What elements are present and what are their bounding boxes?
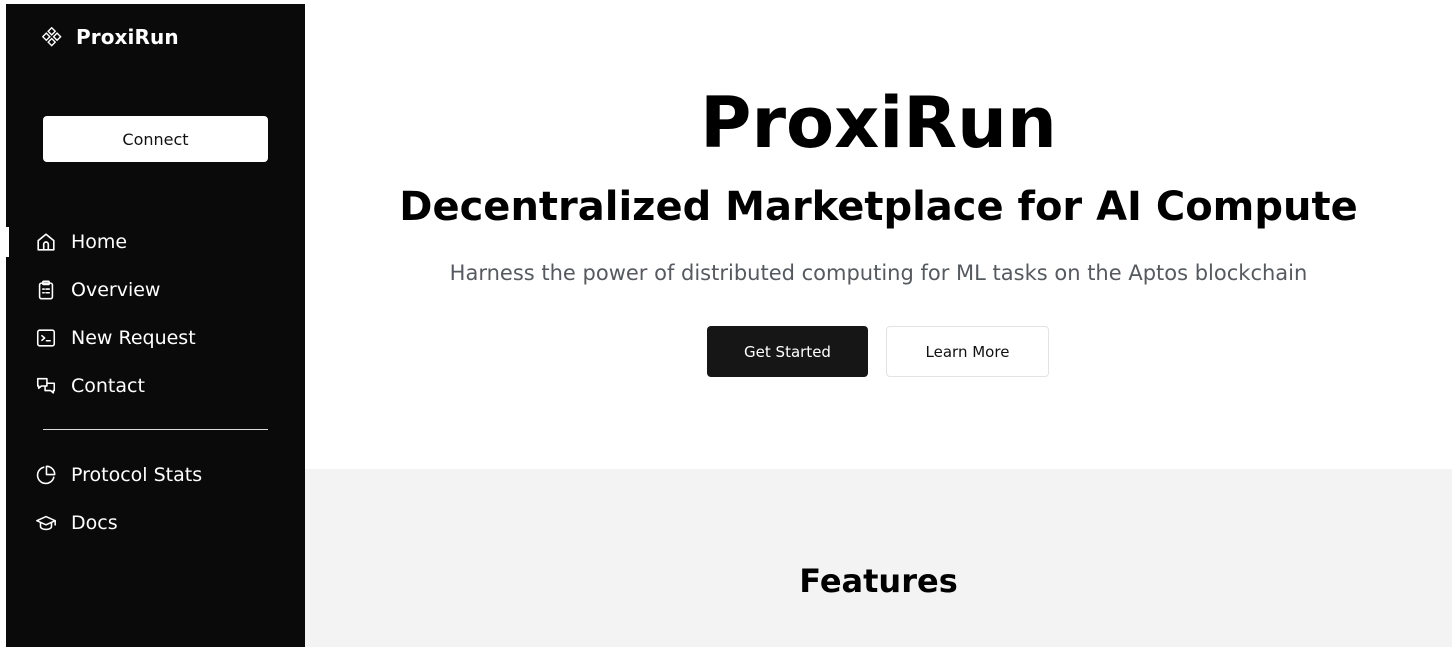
app-page: ProxiRun Connect Home Overview New Reque… <box>0 0 1452 647</box>
terminal-icon <box>36 329 56 347</box>
pie-chart-icon <box>36 465 56 485</box>
diamond-cluster-icon <box>42 27 62 47</box>
features-section: Features <box>305 469 1452 647</box>
sidebar-item-label: Protocol Stats <box>71 464 203 486</box>
sidebar-item-docs[interactable]: Docs <box>35 508 118 538</box>
clipboard-icon <box>38 280 54 300</box>
brand[interactable]: ProxiRun <box>42 25 179 49</box>
sidebar-item-overview[interactable]: Overview <box>35 275 160 305</box>
graduation-cap-icon <box>36 515 56 531</box>
learn-more-button[interactable]: Learn More <box>886 326 1049 377</box>
get-started-button[interactable]: Get Started <box>707 326 868 377</box>
sidebar-item-contact[interactable]: Contact <box>35 371 145 401</box>
sidebar-item-protocol-stats[interactable]: Protocol Stats <box>35 460 202 490</box>
chat-icon <box>36 377 56 394</box>
connect-button[interactable]: Connect <box>43 116 268 162</box>
hero-subtitle: Decentralized Marketplace for AI Compute <box>399 184 1358 230</box>
sidebar: ProxiRun Connect Home Overview New Reque… <box>6 4 305 647</box>
hero-section: ProxiRun Decentralized Marketplace for A… <box>305 0 1452 469</box>
home-icon <box>37 233 55 251</box>
sidebar-item-label: Home <box>71 231 128 253</box>
sidebar-divider <box>43 429 268 430</box>
hero-description: Harness the power of distributed computi… <box>449 261 1308 285</box>
sidebar-item-label: New Request <box>71 327 196 349</box>
sidebar-item-home[interactable]: Home <box>35 227 127 257</box>
features-title: Features <box>799 562 958 600</box>
brand-name: ProxiRun <box>76 25 179 49</box>
active-nav-indicator <box>6 227 9 257</box>
sidebar-item-label: Contact <box>71 375 145 397</box>
sidebar-item-label: Docs <box>71 512 118 534</box>
hero-title: ProxiRun <box>700 82 1057 164</box>
sidebar-item-new-request[interactable]: New Request <box>35 323 196 353</box>
sidebar-item-label: Overview <box>71 279 161 301</box>
